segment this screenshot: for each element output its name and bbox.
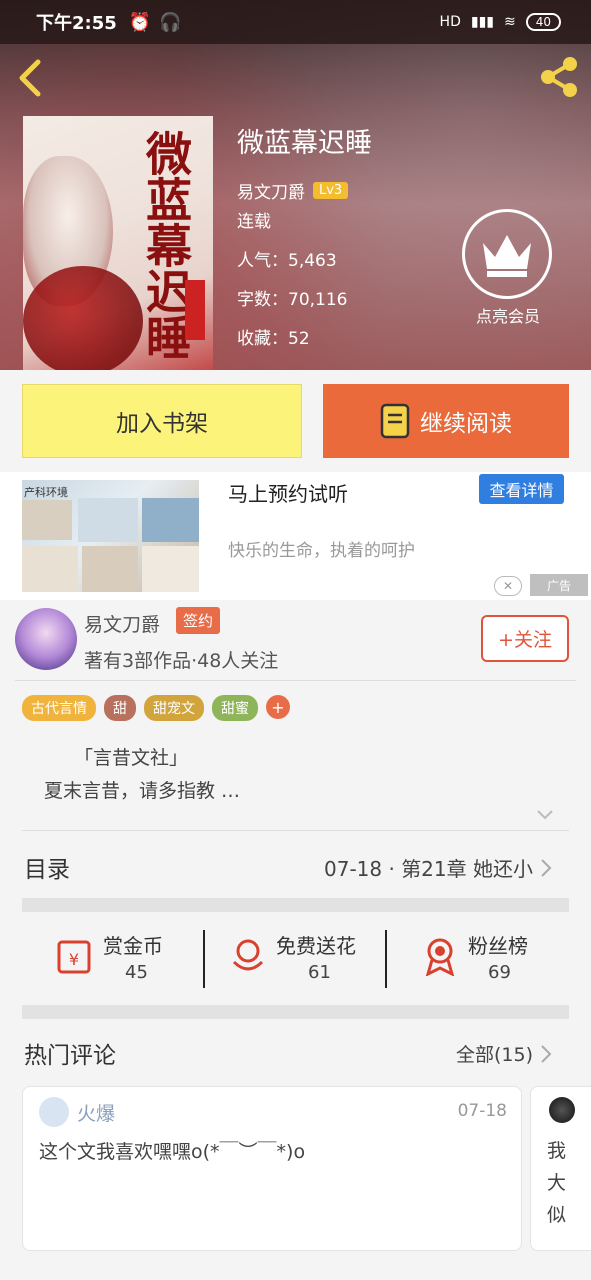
author-section: 易文刀爵 签约 著有3部作品·48人关注 +关注: [0, 600, 591, 680]
comment-card[interactable]: 火爆 07-18 这个文我喜欢嘿嘿o(*￣︶￣*)o: [22, 1086, 522, 1251]
reward-coins-button[interactable]: ¥ 赏金币 45: [55, 926, 195, 992]
back-icon[interactable]: [16, 58, 46, 98]
headset-icon: 🎧: [159, 11, 182, 33]
divider: [203, 930, 205, 988]
chevron-right-icon[interactable]: [540, 1044, 552, 1064]
chevron-right-icon: [541, 859, 552, 877]
cover-title: 微蓝幕迟睡: [139, 130, 193, 360]
stat-label: 赏金币: [103, 934, 163, 958]
divider: [22, 830, 569, 831]
tag-list: 古代言情 甜 甜宠文 甜蜜 +: [22, 695, 290, 721]
ad-image: 产科环境: [22, 480, 199, 592]
catalog-row[interactable]: 目录 07-18 · 第21章 她还小: [0, 840, 591, 896]
stats-row: ¥ 赏金币 45 免费送花 61 粉丝榜 69: [0, 926, 591, 992]
comment-text-line: 大: [547, 1172, 567, 1194]
author-level-badge: Lv3: [313, 182, 349, 199]
follow-button[interactable]: +关注: [481, 615, 569, 662]
description-line: 夏末言昔，请多指教 …: [44, 780, 241, 802]
svg-text:¥: ¥: [69, 950, 79, 969]
ad-title: 马上预约试听: [228, 482, 348, 506]
divider: [385, 930, 387, 988]
continue-reading-label: 继续阅读: [420, 411, 512, 437]
ad-detail-button[interactable]: 查看详情: [479, 474, 564, 504]
comment-text: 我 大 似: [547, 1135, 577, 1231]
stat-label: 免费送花: [276, 934, 356, 958]
chevron-down-icon[interactable]: [536, 808, 554, 822]
section-separator: [22, 898, 569, 912]
add-to-shelf-button[interactable]: 加入书架: [22, 384, 302, 458]
ad-banner[interactable]: 产科环境 马上预约试听 快乐的生命，执着的呵护 查看详情 ✕ 广告: [0, 472, 591, 600]
comment-hot-tag: 火爆: [77, 1103, 116, 1125]
stat-value: 45: [125, 962, 148, 983]
star-icon: [39, 1097, 69, 1127]
battery-icon: 40: [525, 13, 561, 31]
all-comments-link[interactable]: 全部(15): [456, 1040, 533, 1067]
tag-sweet[interactable]: 甜: [104, 695, 136, 721]
stat-value: 69: [488, 962, 511, 983]
book-description[interactable]: 「言昔文社」 夏末言昔，请多指教 …: [44, 742, 240, 808]
section-separator: [22, 1005, 569, 1019]
vip-button[interactable]: 点亮会员: [462, 209, 554, 327]
flower-icon: [232, 939, 264, 971]
signal-icon: ▮▮▮: [470, 14, 494, 30]
comment-card[interactable]: 我 大 似: [530, 1086, 591, 1251]
vip-label: 点亮会员: [475, 307, 540, 326]
book-word-count: 字数：70,116: [237, 290, 348, 310]
book-header: 下午2:55 ⏰ 🎧 HD ▮▮▮ ≋ 40 微蓝幕迟睡 微蓝幕迟睡 易文刀爵 …: [0, 0, 591, 370]
comments-title: 热门评论: [24, 1043, 116, 1069]
comment-text-line: 我: [547, 1140, 567, 1162]
book-author[interactable]: 易文刀爵: [237, 178, 305, 203]
book-favorites: 收藏：52: [237, 329, 310, 349]
status-icons: HD ▮▮▮ ≋ 40: [440, 13, 561, 31]
red-envelope-icon: ¥: [57, 940, 91, 974]
ad-description: 快乐的生命，执着的呵护: [228, 541, 415, 561]
cover-stamp: [185, 280, 205, 340]
divider: [15, 680, 576, 681]
author-stats: 著有3部作品·48人关注: [84, 650, 279, 672]
medal-icon: [425, 938, 455, 976]
book-icon: [380, 403, 410, 439]
signal-label: HD: [439, 14, 461, 30]
tag-sweet-pet[interactable]: 甜宠文: [144, 695, 204, 721]
book-title: 微蓝幕迟睡: [237, 128, 372, 159]
book-info: 微蓝幕迟睡 易文刀爵 Lv3 连载 人气：5,463 字数：70,116 收藏：…: [237, 126, 372, 359]
latest-chapter: 07-18 · 第21章 她还小: [324, 857, 533, 881]
comment-text: 这个文我喜欢嘿嘿o(*￣︶￣*)o: [39, 1141, 306, 1163]
add-tag-button[interactable]: +: [266, 695, 290, 719]
stat-value: 61: [308, 962, 331, 983]
comment-text-line: 似: [547, 1204, 567, 1226]
book-cover[interactable]: 微蓝幕迟睡: [23, 116, 213, 370]
sign-badge: 签约: [176, 607, 221, 634]
action-bar: 加入书架 继续阅读: [0, 370, 591, 472]
avatar: [549, 1097, 575, 1123]
tag-ancient-romance[interactable]: 古代言情: [22, 695, 96, 721]
description-line: 「言昔文社」: [74, 747, 189, 769]
fan-ranking-button[interactable]: 粉丝榜 69: [420, 926, 550, 992]
avatar[interactable]: [15, 608, 77, 670]
continue-reading-button[interactable]: 继续阅读: [323, 384, 569, 458]
book-popularity: 人气：5,463: [237, 251, 337, 271]
wifi-icon: ≋: [503, 14, 516, 30]
ad-close-icon[interactable]: ✕: [494, 576, 522, 596]
status-time: 下午2:55: [36, 13, 117, 34]
status-bar: 下午2:55 ⏰ 🎧 HD ▮▮▮ ≋ 40: [0, 0, 591, 44]
author-name[interactable]: 易文刀爵: [84, 610, 160, 637]
stat-label: 粉丝榜: [468, 934, 528, 958]
free-flower-button[interactable]: 免费送花 61: [228, 926, 378, 992]
comment-date: 07-18: [457, 1101, 507, 1121]
tag-honey[interactable]: 甜蜜: [212, 695, 258, 721]
ad-image-caption: 产科环境: [24, 486, 68, 499]
alarm-icon: ⏰: [128, 11, 152, 33]
catalog-label: 目录: [24, 857, 70, 883]
book-status: 连载: [237, 212, 271, 232]
ad-badge: 广告: [530, 574, 588, 596]
author-row: 易文刀爵 Lv3: [237, 178, 372, 203]
crown-icon: [462, 209, 552, 299]
cover-decoration: [23, 266, 143, 370]
share-icon[interactable]: [537, 55, 581, 99]
